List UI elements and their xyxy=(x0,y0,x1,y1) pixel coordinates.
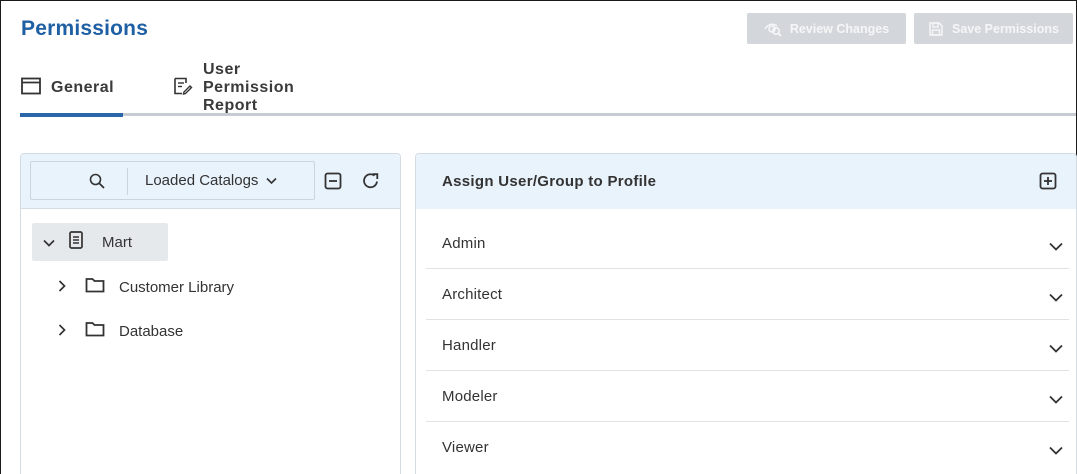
profile-row-architect[interactable]: Architect xyxy=(426,269,1069,320)
profile-label: Viewer xyxy=(442,439,489,456)
catalog-panel: Loaded Catalogs Mart Customer Library Da… xyxy=(20,153,401,474)
save-permissions-label: Save Permissions xyxy=(951,21,1059,36)
report-icon xyxy=(173,77,193,100)
chevron-down-icon xyxy=(266,172,278,189)
review-icon xyxy=(764,21,782,37)
tree-node-label: Database xyxy=(119,322,184,340)
chevron-down-icon[interactable] xyxy=(1049,391,1063,409)
search-icon[interactable] xyxy=(89,173,105,194)
active-tab-indicator xyxy=(20,113,123,117)
profile-label: Architect xyxy=(442,286,503,303)
collapse-all-icon[interactable] xyxy=(324,172,342,195)
profile-row-viewer[interactable]: Viewer xyxy=(426,422,1069,473)
catalog-search[interactable]: Loaded Catalogs xyxy=(30,161,315,200)
profile-label: Handler xyxy=(442,337,496,354)
app-frame: Permissions Review Changes Save Permissi… xyxy=(0,0,1077,474)
save-permissions-button[interactable]: Save Permissions xyxy=(914,13,1073,44)
search-divider xyxy=(127,168,128,195)
profile-panel: Assign User/Group to Profile Admin Archi… xyxy=(415,153,1077,474)
profile-row-handler[interactable]: Handler xyxy=(426,320,1069,371)
chevron-down-icon[interactable] xyxy=(1049,289,1063,307)
tree-node-label: Mart xyxy=(102,233,132,251)
document-icon xyxy=(69,231,102,253)
page-title: Permissions xyxy=(21,17,149,40)
tree-node-label: Customer Library xyxy=(119,278,235,296)
chevron-right-icon[interactable] xyxy=(58,323,76,340)
review-changes-button[interactable]: Review Changes xyxy=(747,13,906,44)
profile-row-modeler[interactable]: Modeler xyxy=(426,371,1069,422)
tree-node-mart[interactable]: Mart xyxy=(32,223,168,261)
profile-label: Modeler xyxy=(442,388,498,405)
profile-label: Admin xyxy=(442,235,486,252)
profile-panel-header: Assign User/Group to Profile xyxy=(416,154,1076,209)
chevron-right-icon[interactable] xyxy=(58,279,76,296)
chevron-down-icon[interactable] xyxy=(1049,340,1063,358)
chevron-down-icon[interactable] xyxy=(1049,442,1063,460)
folder-icon xyxy=(85,277,119,297)
chevron-down-icon[interactable] xyxy=(1049,238,1063,256)
save-icon xyxy=(928,21,944,37)
folder-icon xyxy=(85,321,119,341)
tab-user-permission-report[interactable]: User Permission Report xyxy=(173,61,294,114)
profile-row-admin[interactable]: Admin xyxy=(426,218,1069,269)
chevron-down-icon[interactable] xyxy=(43,234,69,251)
tab-report-label: User Permission Report xyxy=(203,61,295,114)
tree-node-customer-library[interactable]: Customer Library xyxy=(58,272,234,302)
tab-divider xyxy=(20,113,1076,116)
review-changes-label: Review Changes xyxy=(789,21,890,36)
catalog-panel-header: Loaded Catalogs xyxy=(21,154,400,209)
window-icon xyxy=(21,77,41,100)
add-icon[interactable] xyxy=(1039,172,1057,195)
catalog-select-value: Loaded Catalogs xyxy=(145,172,259,189)
refresh-icon[interactable] xyxy=(361,171,381,196)
profile-panel-title: Assign User/Group to Profile xyxy=(442,173,657,190)
tab-general[interactable]: General xyxy=(21,75,114,101)
catalog-select[interactable]: Loaded Catalogs xyxy=(145,172,278,189)
tree-node-database[interactable]: Database xyxy=(58,316,183,346)
tab-general-label: General xyxy=(51,79,115,96)
